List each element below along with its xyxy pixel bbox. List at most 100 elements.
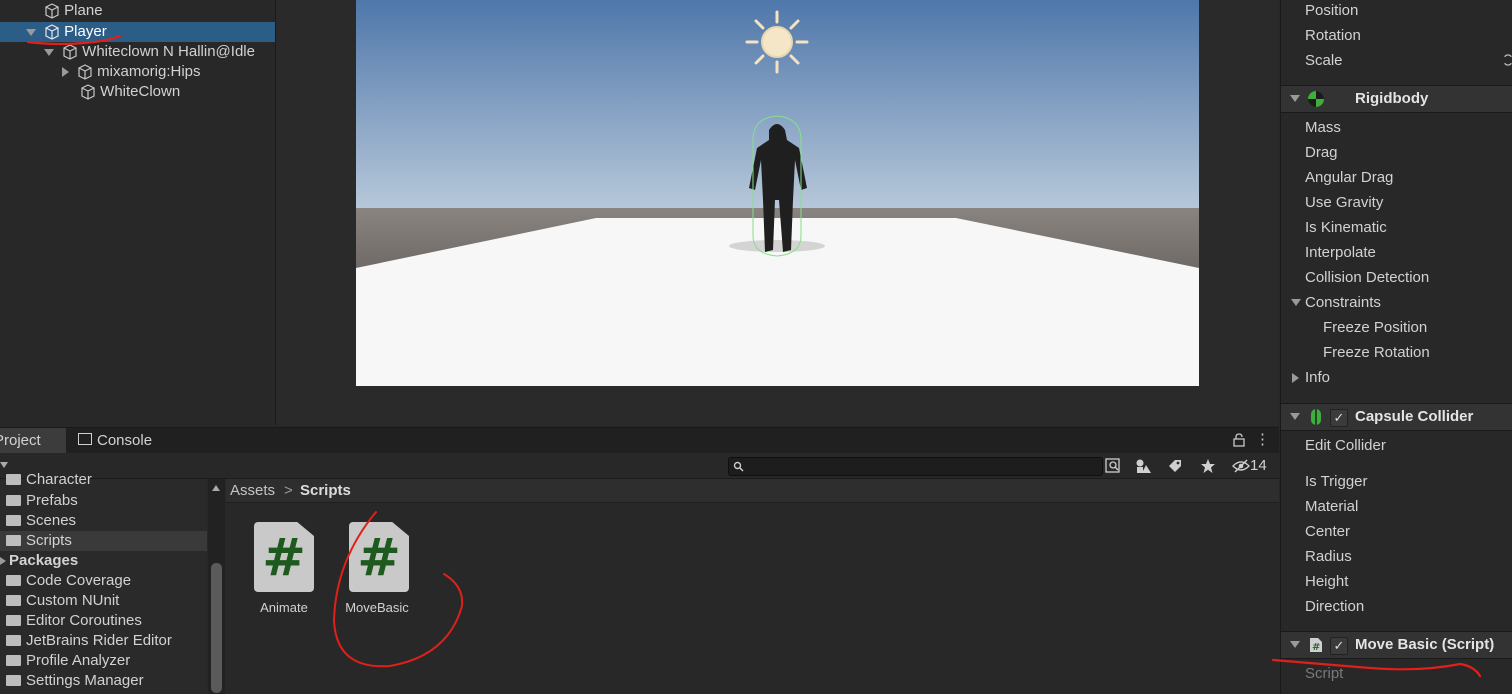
search-input[interactable] xyxy=(728,457,1103,476)
prop-interpolate: Interpolate xyxy=(1305,244,1376,261)
component-enabled-checkbox[interactable]: ✓ xyxy=(1330,637,1348,655)
filter-label-icon[interactable] xyxy=(1166,457,1184,475)
script-glyph: # xyxy=(357,528,401,588)
tab-label: Project xyxy=(0,432,41,449)
freeze-position-label: Freeze Position xyxy=(1323,319,1428,336)
folder-icon xyxy=(6,674,21,686)
rigidbody-header[interactable]: Rigidbody xyxy=(1281,85,1512,113)
package-custom-nunit[interactable]: Custom NUnit xyxy=(0,591,207,611)
transform-scale-label: Scale xyxy=(1305,52,1343,69)
folder-icon xyxy=(6,494,21,506)
project-folder-tree: Character Prefabs Scenes Scripts Package… xyxy=(0,471,207,694)
breadcrumb-assets[interactable]: Assets xyxy=(230,479,275,502)
folder-label: Editor Coroutines xyxy=(26,612,142,629)
folder-prefabs[interactable]: Prefabs xyxy=(0,491,207,511)
expand-arrow-icon[interactable] xyxy=(1292,373,1299,383)
collapse-arrow-icon[interactable] xyxy=(1290,95,1300,102)
breadcrumb-separator: > xyxy=(284,482,293,499)
asset-label: MoveBasic xyxy=(345,600,409,615)
console-icon xyxy=(78,433,92,446)
expand-arrow-icon[interactable] xyxy=(1291,299,1301,306)
capsule-collider-header[interactable]: ✓ Capsule Collider xyxy=(1281,403,1512,431)
expand-arrow-icon[interactable] xyxy=(44,48,54,56)
eye-slash-icon xyxy=(1232,459,1250,473)
filter-type-icon[interactable] xyxy=(1134,457,1152,475)
folder-label: Custom NUnit xyxy=(26,592,120,609)
more-options-icon[interactable]: ⋮ xyxy=(1255,432,1270,448)
folder-character[interactable]: Character xyxy=(0,470,207,490)
search-icon xyxy=(733,461,744,472)
prop-script: Script xyxy=(1305,665,1344,682)
package-settings-manager[interactable]: Settings Manager xyxy=(0,671,207,691)
prop-direction: Direction xyxy=(1305,598,1365,615)
capsule-collider-icon xyxy=(1311,409,1321,425)
folder-icon xyxy=(6,534,21,546)
folder-icon xyxy=(6,594,21,606)
breadcrumb-scripts[interactable]: Scripts xyxy=(300,479,351,502)
folder-icon xyxy=(6,634,21,646)
expand-arrow-icon[interactable] xyxy=(62,67,69,78)
prop-material: Material xyxy=(1305,498,1359,515)
folder-label: Scripts xyxy=(26,532,72,549)
expand-arrow-icon[interactable] xyxy=(0,557,6,566)
breadcrumb: Assets > Scripts xyxy=(226,479,1279,503)
component-enabled-checkbox[interactable]: ✓ xyxy=(1330,409,1348,427)
hierarchy-item-hips[interactable]: mixamorig:Hips xyxy=(0,62,275,82)
hierarchy-item-player[interactable]: Player xyxy=(0,22,275,42)
hierarchy-item-label: Player xyxy=(64,23,107,40)
constraints-foldout[interactable]: Constraints xyxy=(1305,293,1381,313)
folder-label: Code Coverage xyxy=(26,572,132,589)
expand-arrow-icon[interactable] xyxy=(26,28,36,36)
packages-root[interactable]: Packages xyxy=(0,551,207,571)
folder-label: JetBrains Rider Editor xyxy=(26,632,172,649)
folder-scripts[interactable]: Scripts xyxy=(0,531,207,551)
folder-icon xyxy=(6,654,21,666)
collapse-arrow-icon[interactable] xyxy=(1290,641,1300,648)
scene-gutter-left xyxy=(276,0,356,425)
hierarchy-item-label: Plane xyxy=(64,2,103,19)
prop-is-trigger: Is Trigger xyxy=(1305,473,1368,490)
gameobject-icon xyxy=(78,64,92,80)
favorite-star-icon[interactable] xyxy=(1199,457,1217,475)
game-view[interactable] xyxy=(356,0,1199,386)
folder-label: Scenes xyxy=(26,512,77,529)
prop-collision-detection: Collision Detection xyxy=(1305,269,1430,286)
tree-scrollbar-thumb[interactable] xyxy=(211,563,222,693)
package-code-coverage[interactable]: Code Coverage xyxy=(0,571,207,591)
create-dropdown-icon[interactable] xyxy=(0,462,8,468)
scroll-up-icon[interactable] xyxy=(212,485,220,491)
script-component-icon: # xyxy=(1310,638,1322,653)
asset-animate[interactable]: # xyxy=(254,522,314,592)
edit-collider-label: Edit Collider xyxy=(1305,437,1386,454)
hidden-packages-toggle[interactable]: 14 xyxy=(1232,457,1274,475)
package-profile-analyzer[interactable]: Profile Analyzer xyxy=(0,651,207,671)
package-jetbrains-rider[interactable]: JetBrains Rider Editor xyxy=(0,631,207,651)
prop-angular-drag: Angular Drag xyxy=(1305,169,1394,186)
move-basic-header[interactable]: # ✓ Move Basic (Script) xyxy=(1281,631,1512,659)
folder-icon xyxy=(6,614,21,626)
gameobject-icon xyxy=(45,3,59,19)
collapse-arrow-icon[interactable] xyxy=(1290,413,1300,420)
folder-label: Settings Manager xyxy=(26,672,144,689)
transform-position-label: Position xyxy=(1305,2,1359,19)
package-editor-coroutines[interactable]: Editor Coroutines xyxy=(0,611,207,631)
hierarchy-item-whiteclown[interactable]: WhiteClown xyxy=(0,82,275,102)
tab-console[interactable]: Console xyxy=(78,428,168,454)
folder-icon xyxy=(6,473,21,485)
folder-label: Packages xyxy=(9,552,79,569)
prop-is-kinematic: Is Kinematic xyxy=(1305,219,1387,236)
hidden-count: 14 xyxy=(1250,457,1267,474)
link-scale-icon[interactable] xyxy=(1503,54,1512,66)
tab-project[interactable]: Project xyxy=(0,428,66,454)
hierarchy-item-whiteclown-idle[interactable]: Whiteclown N Hallin@Idle xyxy=(0,42,275,62)
asset-movebasic[interactable]: # xyxy=(349,522,409,592)
lock-icon[interactable] xyxy=(1233,433,1245,447)
search-by-type-icon[interactable] xyxy=(1104,457,1122,475)
component-title: Capsule Collider xyxy=(1355,408,1474,425)
info-foldout[interactable]: Info xyxy=(1305,368,1330,388)
folder-scenes[interactable]: Scenes xyxy=(0,511,207,531)
sun-icon xyxy=(745,10,809,74)
freeze-rotation-label: Freeze Rotation xyxy=(1323,344,1430,361)
hierarchy-item-plane[interactable]: Plane xyxy=(0,1,275,21)
project-tab-bar: Project Console ⋮ xyxy=(0,427,1279,454)
